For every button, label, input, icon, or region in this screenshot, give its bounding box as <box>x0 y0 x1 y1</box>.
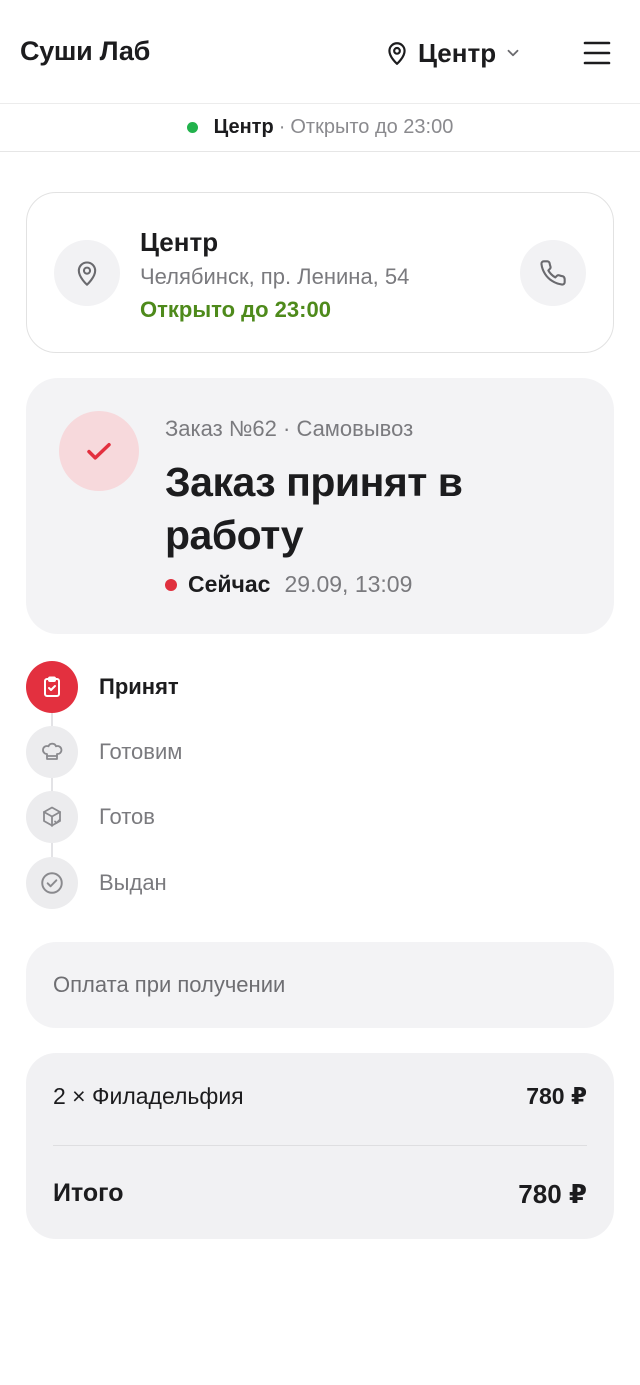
total-row: Итого 780 ₽ <box>53 1179 587 1210</box>
phone-icon <box>540 260 566 286</box>
app-header: Суши Лаб Центр <box>0 0 640 104</box>
location-pin-icon <box>77 261 97 286</box>
payment-method: Оплата при получении <box>26 942 614 1028</box>
order-time-now: Сейчас <box>188 571 271 597</box>
brand-title: Суши Лаб <box>20 36 151 66</box>
status-hours: Открыто до 23:00 <box>290 116 454 138</box>
step-label: Выдан <box>99 870 167 895</box>
summary-divider <box>53 1145 587 1146</box>
order-accepted-badge <box>59 411 139 491</box>
total-price: 780 ₽ <box>518 1179 587 1209</box>
payment-label: Оплата при получении <box>53 972 286 997</box>
step-label: Готов <box>99 804 155 829</box>
item-label: 2 × Филадельфия <box>53 1083 244 1109</box>
chef-hat-icon <box>42 742 63 760</box>
call-button[interactable] <box>520 240 586 306</box>
order-item-row: 2 × Филадельфия 780 ₽ <box>53 1083 587 1110</box>
branch-status-bar: Центр · Открыто до 23:00 <box>0 104 640 152</box>
total-label: Итого <box>53 1179 124 1207</box>
step-icon-wrap <box>26 661 78 713</box>
package-check-icon <box>43 806 61 827</box>
order-meta: Заказ №62 · Самовывоз <box>165 416 414 441</box>
menu-button[interactable] <box>580 36 614 70</box>
store-open-hours: Открыто до 23:00 <box>140 297 331 322</box>
live-status-dot <box>165 578 177 591</box>
item-price: 780 ₽ <box>526 1083 587 1109</box>
circle-check-icon <box>41 872 63 894</box>
location-pin-icon <box>388 42 406 65</box>
step-icon-wrap <box>26 791 78 843</box>
order-time: Сейчас 29.09, 13:09 <box>165 571 412 598</box>
hamburger-menu-icon <box>583 41 611 65</box>
step-ready: Готов <box>26 791 155 843</box>
store-card: Центр Челябинск, пр. Ленина, 54 Открыто … <box>26 192 614 353</box>
step-accepted: Принят <box>26 661 179 713</box>
branch-selector[interactable]: Центр <box>384 34 522 72</box>
open-status-dot <box>186 122 198 133</box>
map-button[interactable] <box>54 240 120 306</box>
checkmark-icon <box>87 443 111 460</box>
order-status-title: Заказ принят в работу <box>165 459 463 558</box>
step-cooking: Готовим <box>26 726 182 778</box>
order-status-card: Заказ №62 · Самовывоз Заказ принят в раб… <box>26 378 614 634</box>
branch-selector-label: Центр <box>418 37 497 68</box>
chevron-down-icon <box>507 49 519 57</box>
clipboard-check-icon <box>44 676 60 697</box>
step-label: Принят <box>99 674 179 699</box>
step-icon-wrap <box>26 857 78 909</box>
step-issued: Выдан <box>26 857 167 909</box>
order-progress-steps: Принят Готовим Готов Выдан <box>26 661 426 911</box>
step-label: Готовим <box>99 739 183 764</box>
step-icon-wrap <box>26 726 78 778</box>
order-summary: 2 × Филадельфия 780 ₽ Итого 780 ₽ <box>26 1053 614 1239</box>
store-name: Центр <box>140 227 219 257</box>
order-timestamp: 29.09, 13:09 <box>284 571 413 597</box>
status-separator: · <box>278 116 286 138</box>
status-branch-name: Центр <box>213 116 274 138</box>
store-address: Челябинск, пр. Ленина, 54 <box>140 264 410 289</box>
